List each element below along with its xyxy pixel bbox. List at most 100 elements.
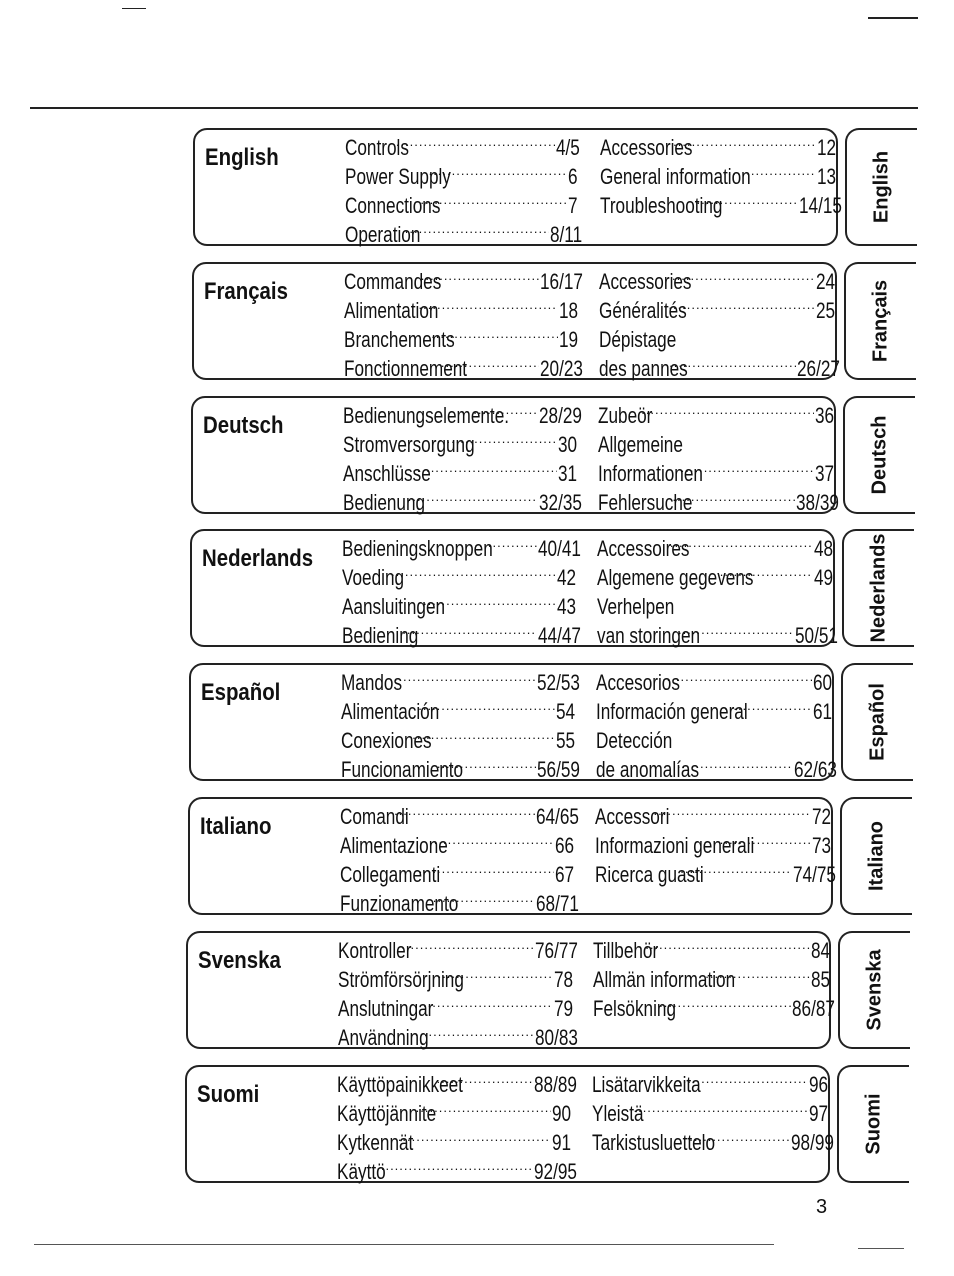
toc-entry[interactable]: Informazioni generali 73 bbox=[595, 830, 831, 859]
language-tab-label: Español bbox=[866, 683, 889, 762]
toc-entry[interactable]: Commandes 16/17 bbox=[344, 266, 583, 295]
toc-entry[interactable]: Fonctionnement 20/23 bbox=[344, 353, 583, 382]
toc-entry[interactable]: Detección bbox=[596, 725, 828, 754]
section-box: DeutschBedienungselemente.28/29Stromvers… bbox=[190, 395, 839, 516]
entry-page: 40/41 bbox=[538, 536, 582, 562]
toc-entry[interactable]: Accessories 24 bbox=[599, 266, 835, 295]
toc-entry[interactable]: Ricerca guasti 74/75 bbox=[595, 859, 836, 888]
toc-entry[interactable]: Kontroller 76/77 bbox=[338, 935, 577, 964]
language-tab-français[interactable]: Français bbox=[843, 261, 916, 380]
entry-page: 84 bbox=[810, 937, 830, 963]
language-tab-nederlands[interactable]: Nederlands bbox=[841, 529, 914, 648]
entry-label: des pannes bbox=[598, 355, 688, 381]
entry-page: 26/27 bbox=[797, 355, 841, 381]
toc-entry[interactable]: Användning 80/83 bbox=[338, 1022, 577, 1051]
toc-entry[interactable]: Strömförsörjning 78 bbox=[338, 964, 572, 993]
toc-entry[interactable]: Power Supply 6 bbox=[345, 161, 577, 190]
toc-entry[interactable]: Funcionamiento 56/59 bbox=[341, 754, 580, 783]
language-tab-español[interactable]: Español bbox=[840, 663, 913, 782]
section-box: ItalianoComandi64/65Alimentazione66Colle… bbox=[187, 797, 836, 917]
toc-entry[interactable]: Accessori 72 bbox=[595, 801, 831, 830]
toc-entry[interactable]: Yleistä 97 bbox=[592, 1098, 828, 1127]
toc-entry[interactable]: Funzionamento 68/71 bbox=[340, 888, 579, 917]
entry-label: Información general bbox=[595, 699, 748, 725]
toc-entry[interactable]: Bediening 44/47 bbox=[342, 620, 581, 649]
toc-entry[interactable]: Branchements 19 bbox=[343, 324, 578, 353]
toc-entry[interactable]: van storingen 50/51 bbox=[597, 620, 838, 649]
toc-entry[interactable]: Tarkistusluettelo 98/99 bbox=[592, 1127, 833, 1156]
toc-entry[interactable]: Anslutningar 79 bbox=[338, 993, 573, 1022]
toc-column: Commandes16/17Alimentation18Branchements… bbox=[343, 266, 583, 382]
entry-label: Comandi bbox=[339, 804, 409, 829]
toc-entry[interactable]: Käyttö 92/95 bbox=[337, 1156, 576, 1185]
language-tab-italiano[interactable]: Italiano bbox=[839, 797, 912, 915]
language-tab-label: Italiano bbox=[865, 820, 887, 892]
language-tab-suomi[interactable]: Suomi bbox=[837, 1064, 910, 1183]
entry-label: Kytkennät bbox=[337, 1129, 414, 1155]
toc-entry[interactable]: Operation 8/11 bbox=[345, 219, 583, 248]
toc-entry[interactable]: Troubleshooting 14/15 bbox=[600, 190, 841, 219]
toc-entry[interactable]: Bedienungselemente. 28/29 bbox=[343, 400, 583, 429]
toc-entry[interactable]: Allmän information 85 bbox=[593, 964, 829, 993]
toc-entry[interactable]: Allgemeine bbox=[598, 429, 830, 458]
toc-entry[interactable]: Voeding 42 bbox=[342, 562, 576, 591]
toc-entry[interactable]: Accessoires 48 bbox=[597, 533, 833, 562]
toc-entry[interactable]: Alimentazione 66 bbox=[340, 830, 574, 859]
toc-entry[interactable]: des pannes 26/27 bbox=[598, 353, 841, 382]
language-tab-deutsch[interactable]: Deutsch bbox=[842, 395, 915, 514]
toc-entry[interactable]: de anomalías 62/63 bbox=[596, 754, 837, 783]
toc-entry[interactable]: Felsökning 86/87 bbox=[593, 993, 834, 1022]
toc-entry[interactable]: Informationen 37 bbox=[598, 458, 834, 487]
toc-entry[interactable]: Stromversorgung 30 bbox=[343, 429, 577, 458]
toc-entry[interactable]: Verhelpen bbox=[597, 591, 829, 620]
entry-label: Accesorios bbox=[595, 670, 680, 696]
section-language-title: Suomi bbox=[197, 1080, 260, 1108]
toc-entry[interactable]: Mandos 52/53 bbox=[341, 667, 580, 696]
entry-label: Käyttöpainikkeet bbox=[337, 1071, 464, 1097]
entry-page: 28/29 bbox=[539, 402, 583, 428]
toc-entry[interactable]: Dépistage bbox=[599, 324, 831, 353]
toc-entry[interactable]: Collegamenti 67 bbox=[340, 859, 574, 888]
toc-entry[interactable]: Controls 4/5 bbox=[345, 132, 580, 161]
entry-label: Allmän information bbox=[593, 966, 736, 992]
toc-entry[interactable]: Lisätarvikkeita 96 bbox=[592, 1069, 828, 1098]
entry-label: General information bbox=[600, 164, 751, 189]
toc-column: Mandos52/53Alimentación54Conexiones55Fun… bbox=[341, 667, 580, 783]
dot-leader bbox=[412, 728, 554, 750]
entry-page: 8/11 bbox=[549, 222, 583, 247]
entry-page: 79 bbox=[553, 995, 573, 1021]
toc-entry[interactable]: Zubeör 36 bbox=[598, 400, 835, 429]
toc-entry[interactable]: Información general 61 bbox=[595, 696, 832, 725]
entry-label: Généralités bbox=[598, 297, 687, 323]
entry-page: 36 bbox=[814, 402, 835, 428]
toc-entry[interactable]: Alimentation 18 bbox=[344, 295, 578, 324]
toc-column: Accesorios 60 Información general 61 Detecci… bbox=[595, 667, 837, 783]
dot-leader bbox=[410, 1025, 534, 1047]
entry-label: Branchements bbox=[343, 326, 455, 352]
dot-leader bbox=[394, 804, 535, 826]
entry-page: 64/65 bbox=[536, 804, 579, 829]
toc-entry[interactable]: Accessories 12 bbox=[600, 132, 836, 161]
toc-entry[interactable]: Käyttöpainikkeet 88/89 bbox=[337, 1069, 576, 1098]
toc-column: Tillbehör84Allmän information85Felsöknin… bbox=[593, 935, 834, 1022]
language-tab-svenska[interactable]: Svenska bbox=[838, 930, 911, 1049]
toc-entry[interactable]: Fehlersuche 38/39 bbox=[598, 487, 839, 516]
toc-entry[interactable]: Connections 7 bbox=[345, 190, 577, 219]
toc-entry[interactable]: Alimentación 54 bbox=[341, 696, 575, 725]
toc-entry[interactable]: Accesorios 60 bbox=[595, 667, 832, 696]
toc-entry[interactable]: Algemene gegevens 49 bbox=[597, 562, 833, 591]
toc-entry[interactable]: Comandi 64/65 bbox=[339, 801, 579, 830]
toc-entry[interactable]: Aansluitingen 43 bbox=[342, 591, 576, 620]
toc-entry[interactable]: Tillbehör 84 bbox=[593, 935, 830, 964]
toc-entry[interactable]: General information 13 bbox=[600, 161, 836, 190]
entry-label: Troubleshooting bbox=[600, 193, 723, 218]
language-tab-english[interactable]: English bbox=[845, 128, 917, 246]
toc-entry[interactable]: Bedienung 32/35 bbox=[343, 487, 582, 516]
toc-entry[interactable]: Anschlüsse 31 bbox=[343, 458, 577, 487]
toc-entry[interactable]: Kytkennät 91 bbox=[337, 1127, 571, 1156]
toc-entry[interactable]: Conexiones 55 bbox=[341, 725, 575, 754]
toc-entry[interactable]: Généralités 25 bbox=[598, 295, 835, 324]
language-tab-label: Français bbox=[869, 279, 892, 362]
toc-entry[interactable]: Käyttöjännite 90 bbox=[337, 1098, 571, 1127]
toc-entry[interactable]: Bedieningsknoppen 40/41 bbox=[342, 533, 582, 562]
